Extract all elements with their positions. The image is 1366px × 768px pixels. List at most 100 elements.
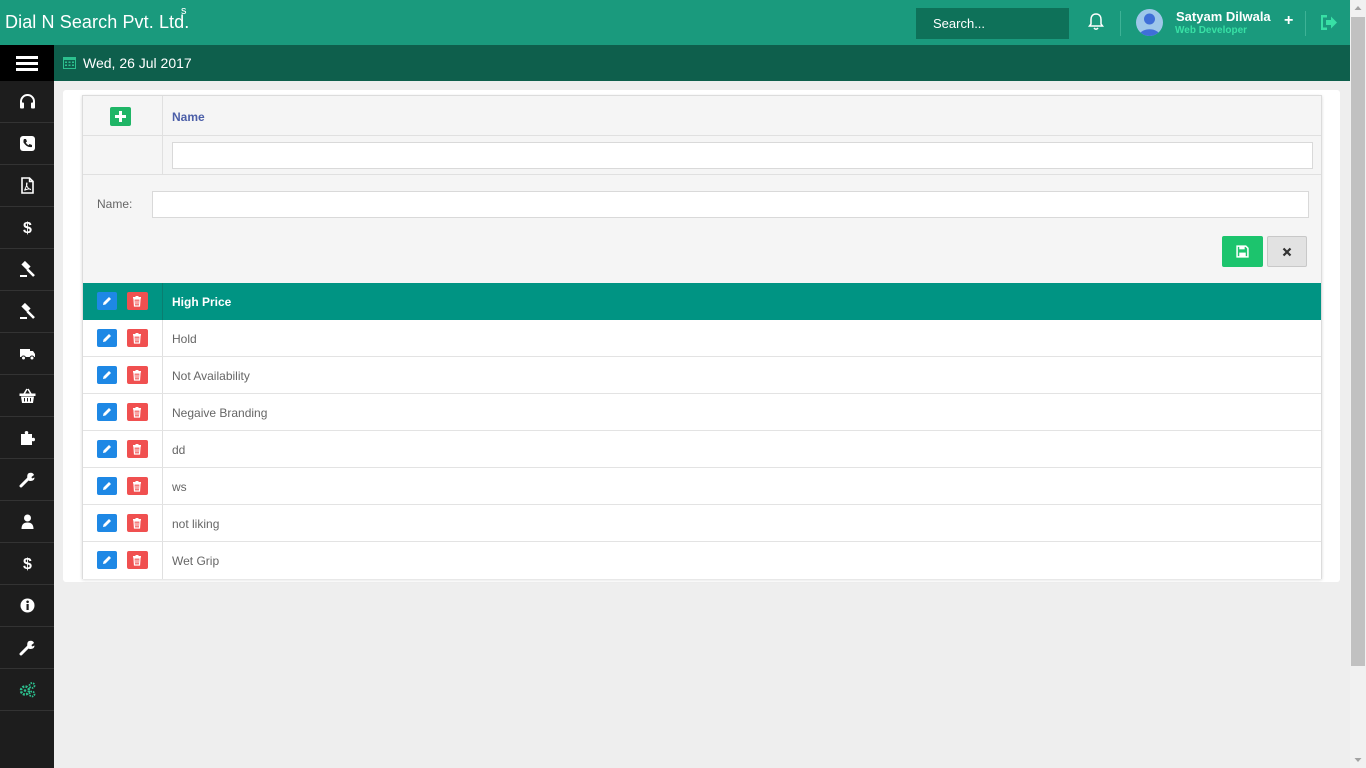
table-row[interactable]: Hold: [83, 320, 1321, 357]
column-divider: [162, 136, 163, 175]
phone-icon: [19, 136, 35, 151]
pencil-icon: [103, 408, 111, 416]
delete-button[interactable]: [127, 440, 148, 458]
truck-icon: [19, 349, 35, 361]
sidebar-item-calls[interactable]: [0, 123, 54, 165]
brand-title[interactable]: Dial N Search Pvt. Ltd.: [5, 12, 189, 33]
date-bar: Wed, 26 Jul 2017: [54, 45, 1350, 81]
scroll-thumb[interactable]: [1351, 17, 1365, 666]
pencil-icon: [103, 556, 111, 564]
trash-icon: [133, 333, 141, 344]
svg-text:$: $: [23, 220, 32, 236]
delete-button[interactable]: [127, 514, 148, 532]
gavel-icon: [19, 261, 35, 277]
edit-button[interactable]: [97, 329, 117, 347]
filter-row: [83, 136, 1321, 175]
add-row-button[interactable]: [110, 107, 131, 126]
sidebar-item-users[interactable]: [0, 501, 54, 543]
sidebar-item-pdf[interactable]: [0, 165, 54, 207]
sidebar-item-maintenance[interactable]: [0, 627, 54, 669]
row-name: Negaive Branding: [172, 406, 268, 420]
edit-button[interactable]: [97, 366, 117, 384]
row-name: not liking: [172, 517, 220, 531]
wrench-icon: [19, 640, 34, 656]
cancel-button[interactable]: [1267, 236, 1307, 267]
sidebar-item-settings[interactable]: [0, 669, 54, 711]
page-scrollbar[interactable]: [1350, 0, 1366, 768]
basket-icon: [19, 388, 35, 403]
trash-icon: [133, 444, 141, 455]
name-field-label: Name:: [97, 197, 133, 211]
sidebar-item-plugins[interactable]: [0, 417, 54, 459]
delete-button[interactable]: [127, 477, 148, 495]
wrench-icon: [19, 472, 34, 488]
row-name: High Price: [172, 295, 232, 309]
sidebar: $ $: [0, 45, 54, 768]
scroll-up-arrow-icon[interactable]: [1350, 0, 1366, 16]
row-name: ws: [172, 480, 187, 494]
row-name: Not Availability: [172, 369, 250, 383]
sidebar-item-info[interactable]: [0, 585, 54, 627]
table-row[interactable]: dd: [83, 431, 1321, 468]
table-row[interactable]: ws: [83, 468, 1321, 505]
avatar[interactable]: [1136, 9, 1163, 36]
delete-button[interactable]: [127, 292, 148, 310]
delete-button[interactable]: [127, 403, 148, 421]
trash-icon: [133, 481, 141, 492]
row-name: Wet Grip: [172, 554, 220, 568]
sidebar-item-auction[interactable]: [0, 249, 54, 291]
scroll-down-arrow-icon[interactable]: [1350, 752, 1366, 768]
current-date: Wed, 26 Jul 2017: [83, 55, 192, 71]
sidebar-item-shop[interactable]: [0, 375, 54, 417]
trash-icon: [133, 555, 141, 566]
user-icon: [21, 514, 33, 529]
table-row[interactable]: Wet Grip: [83, 542, 1321, 579]
table-row[interactable]: not liking: [83, 505, 1321, 542]
pencil-icon: [103, 297, 111, 305]
edit-button[interactable]: [97, 292, 117, 310]
headphones-icon: [19, 94, 35, 109]
row-name: dd: [172, 443, 186, 457]
delete-button[interactable]: [127, 551, 148, 569]
delete-button[interactable]: [127, 366, 148, 384]
delete-button[interactable]: [127, 329, 148, 347]
sidebar-item-tools[interactable]: [0, 459, 54, 501]
menu-toggle-button[interactable]: [0, 45, 54, 81]
trash-icon: [133, 407, 141, 418]
sidebar-item-payments[interactable]: $: [0, 543, 54, 585]
name-filter-input[interactable]: [172, 142, 1313, 169]
row-name: Hold: [172, 332, 197, 346]
table-row[interactable]: Negaive Branding: [83, 394, 1321, 431]
trash-icon: [133, 296, 141, 307]
user-role: Web Developer: [1175, 25, 1248, 36]
save-button[interactable]: [1222, 236, 1263, 267]
puzzle-icon: [20, 431, 35, 445]
dollar-icon: $: [23, 556, 32, 572]
edit-button[interactable]: [97, 477, 117, 495]
brand-superscript: s: [181, 5, 187, 17]
edit-button[interactable]: [97, 440, 117, 458]
dollar-icon: $: [23, 220, 32, 236]
table-row[interactable]: Not Availability: [83, 357, 1321, 394]
divider: [1120, 11, 1121, 36]
name-field[interactable]: [152, 191, 1309, 218]
bell-icon[interactable]: [1088, 13, 1104, 31]
sidebar-item-auction-2[interactable]: [0, 291, 54, 333]
sidebar-item-delivery[interactable]: [0, 333, 54, 375]
info-icon: [20, 598, 34, 613]
edit-button[interactable]: [97, 551, 117, 569]
pencil-icon: [103, 334, 111, 342]
edit-form: Name:: [83, 175, 1321, 283]
trash-icon: [133, 370, 141, 381]
table-row[interactable]: High Price: [83, 283, 1321, 320]
user-menu-plus[interactable]: +: [1284, 12, 1293, 30]
sidebar-item-support[interactable]: [0, 81, 54, 123]
column-header-name[interactable]: Name: [172, 110, 205, 124]
user-name[interactable]: Satyam Dilwala: [1176, 9, 1271, 24]
edit-button[interactable]: [97, 403, 117, 421]
search-input[interactable]: [916, 8, 1069, 39]
edit-button[interactable]: [97, 514, 117, 532]
logout-icon[interactable]: [1319, 14, 1338, 31]
pencil-icon: [103, 445, 111, 453]
sidebar-item-billing[interactable]: $: [0, 207, 54, 249]
